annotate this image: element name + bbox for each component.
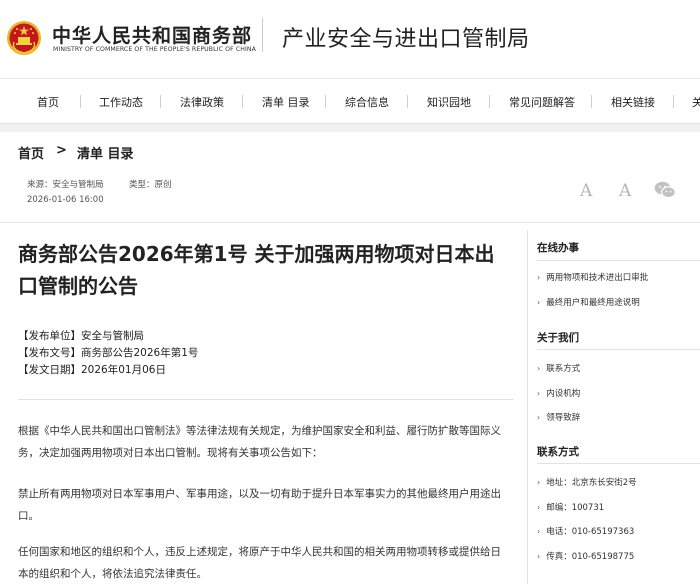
contact-value: 电话：010-65197363: [546, 527, 635, 537]
sidebar-rule: [537, 349, 700, 350]
nav-item-general-info[interactable]: 综合信息: [345, 94, 389, 110]
nav-item-lists[interactable]: 清单 目录: [262, 94, 310, 110]
wechat-icon[interactable]: [654, 181, 676, 199]
site-header: 中华人民共和国商务部 MINISTRY OF COMMERCE OF THE P…: [0, 0, 700, 78]
chevron-right-icon: ›: [537, 364, 541, 373]
sidebar-link-departments[interactable]: › 内设机构: [537, 387, 580, 399]
sidebar-link-leader-speech[interactable]: › 领导致辞: [537, 411, 580, 423]
sidebar-link-label: 内设机构: [546, 389, 581, 399]
nav-separator: [673, 95, 674, 108]
ministry-name-en: MINISTRY OF COMMERCE OF THE PEOPLE'S REP…: [53, 46, 256, 53]
sidebar-rule: [537, 463, 700, 464]
info-value: 2026年01月06日: [81, 364, 166, 376]
article-paragraph: 禁止所有两用物项对日本军事用户、军事用途，以及一切有助于提升日本军事实力的其他最…: [18, 488, 501, 522]
info-date: 【发文日期】2026年01月06日: [18, 362, 166, 377]
contact-address: › 地址：北京东长安街2号: [537, 476, 637, 488]
contact-fax: › 传真：010-65198775: [537, 550, 634, 562]
contact-value: 邮编：100731: [546, 503, 605, 513]
sidebar-heading-contact: 联系方式: [537, 446, 579, 458]
info-value: 安全与管制局: [81, 330, 144, 342]
sidebar-link-label: 领导致辞: [546, 413, 581, 423]
sidebar-heading-online-services: 在线办事: [537, 242, 579, 254]
nav-item-work-news[interactable]: 工作动态: [99, 94, 143, 110]
main-nav: 首页 工作动态 法律政策 清单 目录 综合信息 知识园地 常见问题解答 相关链接…: [0, 78, 700, 124]
chevron-right-icon: ›: [537, 298, 541, 307]
contact-value: 地址：北京东长安街2号: [546, 478, 637, 488]
meta-datetime: 2026-01-06 16:00: [27, 195, 104, 205]
nav-item-links[interactable]: 相关链接: [611, 94, 655, 110]
sidebar-rule: [537, 260, 700, 261]
sidebar-link-label: 两用物项和技术进出口审批: [546, 273, 649, 283]
nav-separator: [80, 95, 81, 108]
chevron-right-icon: ›: [537, 478, 541, 487]
breadcrumb-current[interactable]: 清单 目录: [77, 143, 134, 162]
nav-separator: [407, 95, 408, 108]
article-paragraph: 根据《中华人民共和国出口管制法》等法律法规有关规定，为维护国家安全和利益、履行防…: [18, 425, 501, 459]
sidebar-link-label: 联系方式: [546, 364, 581, 374]
nav-separator: [489, 95, 490, 108]
sidebar-heading-about: 关于我们: [537, 332, 579, 344]
font-size-increase-icon[interactable]: A: [580, 181, 592, 201]
chevron-right-icon: ›: [537, 503, 541, 512]
sidebar-link-end-user[interactable]: › 最终用户和最终用途说明: [537, 296, 640, 308]
chevron-right-icon: ›: [537, 527, 541, 536]
nav-item-faq[interactable]: 常见问题解答: [509, 94, 575, 110]
meta-type: 类型：原创: [129, 180, 172, 190]
nav-separator: [160, 95, 161, 108]
nav-item-law-policy[interactable]: 法律政策: [180, 94, 224, 110]
sidebar-link-contact[interactable]: › 联系方式: [537, 362, 580, 374]
sidebar-divider: [527, 230, 528, 584]
info-label: 【发布单位】: [18, 330, 81, 342]
header-divider: [262, 18, 263, 52]
nav-item-knowledge[interactable]: 知识园地: [427, 94, 471, 110]
sidebar-link-label: 最终用户和最终用途说明: [546, 298, 640, 308]
info-issuer: 【发布单位】安全与管制局: [18, 328, 144, 343]
info-value: 商务部公告2026年第1号: [81, 347, 199, 359]
contact-value: 传真：010-65198775: [546, 552, 635, 562]
chevron-right-icon: ›: [537, 552, 541, 561]
nav-separator: [591, 95, 592, 108]
info-label: 【发布文号】: [18, 347, 81, 359]
national-emblem-icon[interactable]: [6, 20, 42, 56]
chevron-right-icon: ›: [537, 273, 541, 282]
article-paragraph: 任何国家和地区的组织和个人，违反上述规定，将原产于中华人民共和国的相关两用物项转…: [18, 546, 501, 580]
bureau-name: 产业安全与进出口管制局: [282, 27, 530, 52]
meta-source: 来源：安全与管制局: [27, 180, 104, 190]
info-label: 【发文日期】: [18, 364, 81, 376]
nav-separator: [242, 95, 243, 108]
chevron-right-icon: ›: [537, 413, 541, 422]
contact-postcode: › 邮编：100731: [537, 501, 604, 513]
meta-divider: [0, 222, 700, 223]
contact-phone: › 电话：010-65197363: [537, 525, 634, 537]
nav-item-more[interactable]: 关: [692, 94, 700, 110]
sidebar-link-approval[interactable]: › 两用物项和技术进出口审批: [537, 271, 648, 283]
nav-separator: [325, 95, 326, 108]
info-doc-number: 【发布文号】商务部公告2026年第1号: [18, 345, 198, 360]
font-size-decrease-icon[interactable]: A: [619, 181, 631, 201]
article-title: 商务部公告2026年第1号 关于加强两用物项对日本出口管制的公告: [18, 242, 495, 298]
breadcrumb-separator: >: [56, 143, 67, 158]
nav-shadow-band: [0, 124, 700, 132]
ministry-name-cn[interactable]: 中华人民共和国商务部: [52, 21, 252, 48]
chevron-right-icon: ›: [537, 389, 541, 398]
nav-item-home[interactable]: 首页: [37, 94, 59, 110]
article-divider: [18, 399, 514, 400]
breadcrumb-home[interactable]: 首页: [18, 143, 44, 162]
